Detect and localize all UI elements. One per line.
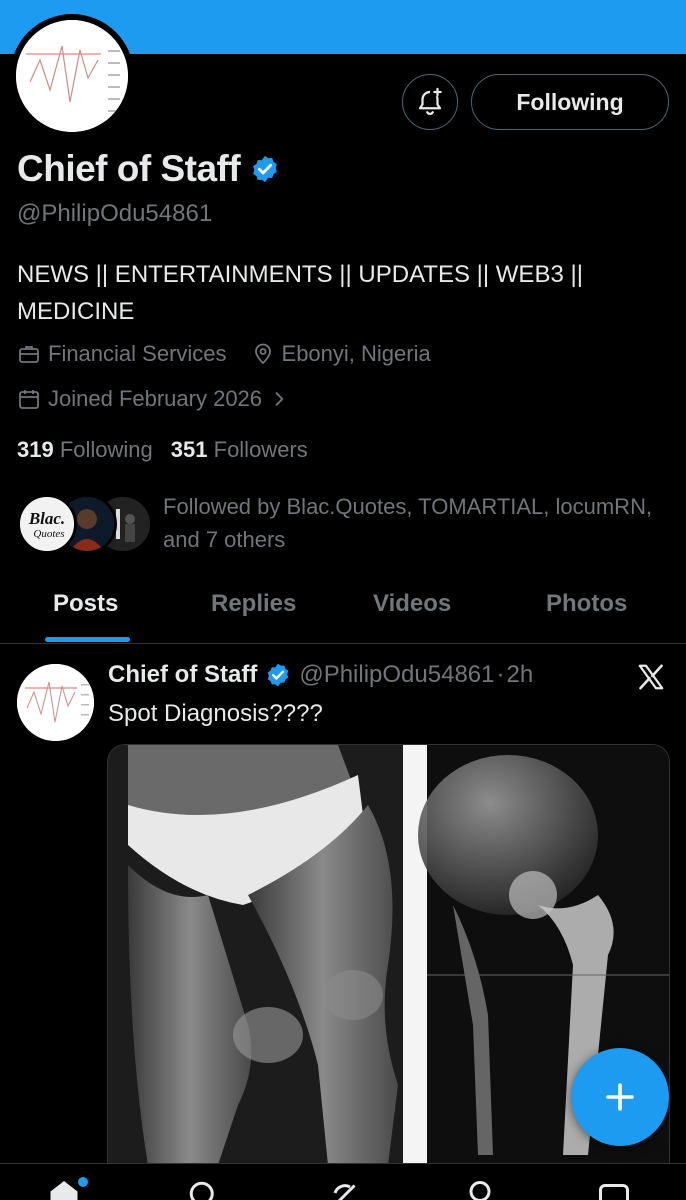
tab-videos[interactable]: Videos bbox=[373, 590, 451, 618]
plus-icon bbox=[606, 1083, 634, 1111]
following-count: 319 bbox=[17, 437, 54, 462]
blac-quotes-logo: Blac. Quotes bbox=[20, 497, 74, 551]
location-pin-icon bbox=[254, 343, 271, 365]
calendar-icon bbox=[19, 390, 39, 409]
location-item: Ebonyi, Nigeria bbox=[251, 341, 431, 367]
profile-handle: @PhilipOdu54861 bbox=[17, 200, 213, 227]
followers-count: 351 bbox=[170, 437, 208, 462]
verified-badge-icon[interactable] bbox=[250, 154, 280, 184]
blac-quotes-logo-text-2: Quotes bbox=[33, 528, 64, 540]
home-notification-dot bbox=[78, 1177, 88, 1187]
chevron-right-icon bbox=[275, 392, 284, 406]
communities-icon[interactable] bbox=[462, 1178, 498, 1200]
notifications-button[interactable] bbox=[402, 74, 458, 130]
follow-counts: 319 Following 351 Followers bbox=[17, 437, 308, 463]
post-separator: · bbox=[496, 661, 505, 688]
verified-badge-icon bbox=[268, 663, 289, 687]
profile-name: Chief of Staff bbox=[17, 148, 241, 189]
profile-bio: NEWS || ENTERTAINMENTS || UPDATES || WEB… bbox=[17, 261, 583, 325]
post-author-avatar[interactable] bbox=[17, 664, 94, 741]
profile-category: Financial Services bbox=[48, 341, 227, 366]
messages-icon[interactable] bbox=[596, 1178, 632, 1200]
blac-quotes-logo-text-1: Blac. bbox=[28, 509, 65, 528]
followers-label: Followers bbox=[213, 437, 308, 462]
post-text: Spot Diagnosis???? bbox=[108, 700, 323, 727]
profile-tabs: Posts Replies Videos Photos bbox=[0, 580, 686, 644]
tab-photos[interactable]: Photos bbox=[546, 590, 627, 618]
category-item: Financial Services bbox=[17, 341, 227, 367]
post-header: Chief of Staff @PhilipOdu54861 · 2h bbox=[108, 661, 533, 689]
followed-by-text[interactable]: Followed by Blac.Quotes, TOMARTIAL, locu… bbox=[163, 490, 673, 556]
profile-meta-row: Financial Services Ebonyi, Nigeria bbox=[17, 341, 455, 367]
profile-avatar[interactable] bbox=[10, 14, 134, 138]
profile-joined: Joined February 2026 bbox=[48, 386, 263, 411]
following-label: Following bbox=[59, 437, 153, 462]
briefcase-icon bbox=[19, 346, 39, 363]
followed-by-avatars[interactable]: Blac. Quotes bbox=[17, 494, 153, 554]
profile-location: Ebonyi, Nigeria bbox=[281, 341, 431, 366]
following-count-link[interactable]: 319 Following bbox=[17, 437, 153, 463]
follower-avatar-blac-quotes: Blac. Quotes bbox=[17, 494, 77, 554]
joined-item[interactable]: Joined February 2026 bbox=[17, 386, 289, 412]
compose-post-button[interactable] bbox=[571, 1048, 669, 1146]
x-logo-icon[interactable] bbox=[636, 662, 666, 692]
bell-plus-icon bbox=[418, 87, 442, 116]
post-author-name[interactable]: Chief of Staff bbox=[108, 661, 257, 689]
home-icon[interactable] bbox=[46, 1178, 82, 1200]
post-author-handle[interactable]: @PhilipOdu54861 bbox=[299, 661, 494, 689]
search-icon[interactable] bbox=[186, 1178, 222, 1200]
avatar-chart-image bbox=[16, 20, 128, 132]
bottom-navigation bbox=[0, 1163, 686, 1200]
profile-name-row: Chief of Staff bbox=[17, 148, 280, 190]
profile-joined-row[interactable]: Joined February 2026 bbox=[17, 386, 313, 412]
grok-icon[interactable] bbox=[326, 1178, 362, 1200]
tab-posts[interactable]: Posts bbox=[53, 590, 118, 618]
active-tab-indicator bbox=[45, 637, 130, 642]
following-button[interactable]: Following bbox=[471, 74, 669, 130]
followers-count-link[interactable]: 351 Followers bbox=[171, 437, 308, 463]
post-time[interactable]: 2h bbox=[507, 661, 534, 689]
post-avatar-chart-image bbox=[17, 664, 94, 741]
tab-replies[interactable]: Replies bbox=[211, 590, 296, 618]
